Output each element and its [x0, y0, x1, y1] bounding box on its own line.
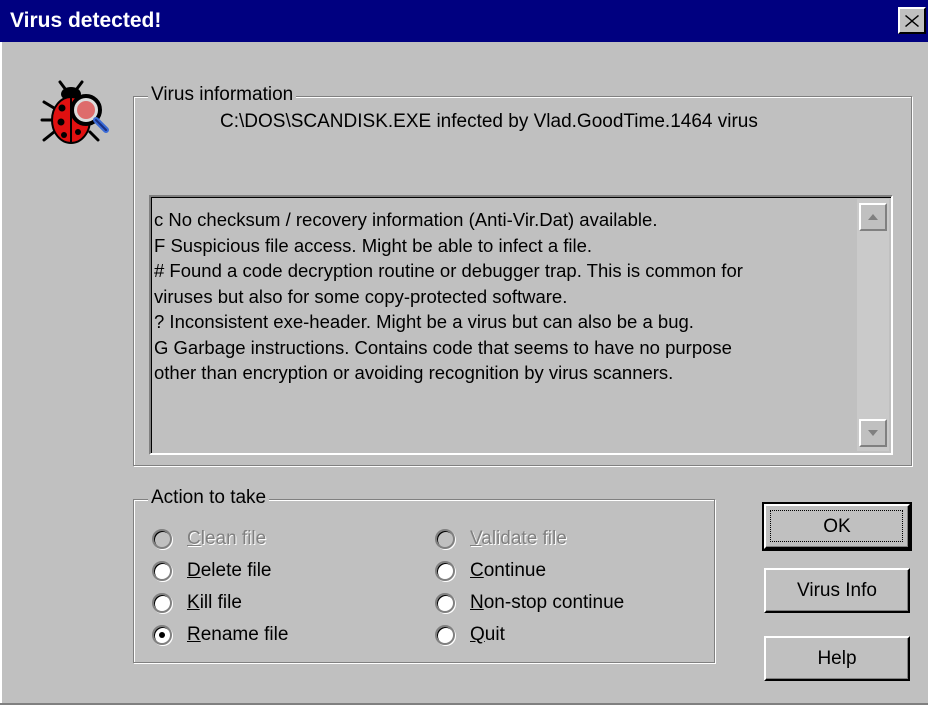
action-to-take-legend: Action to take [148, 487, 270, 509]
radio-clean-file[interactable]: Clean file [152, 528, 266, 550]
help-button-label: Help [817, 647, 857, 669]
detail-line: viruses but also for some copy-protected… [154, 285, 568, 307]
detail-line: # Found a code decryption routine or deb… [154, 260, 743, 281]
radio-quit[interactable]: Quit [435, 624, 505, 646]
scroll-up-arrow-icon [868, 214, 878, 220]
help-button[interactable]: Help [764, 636, 910, 681]
radio-button[interactable] [152, 593, 172, 613]
radio-label: Delete file [187, 560, 272, 581]
radio-validate-file[interactable]: Validate file [435, 528, 567, 550]
vertical-scrollbar[interactable] [857, 199, 889, 451]
radio-button[interactable] [435, 561, 455, 581]
radio-button[interactable] [435, 625, 455, 645]
radio-button[interactable] [435, 529, 455, 549]
scroll-down-button[interactable] [859, 419, 887, 447]
focus-rectangle [770, 510, 903, 542]
radio-label: Continue [470, 560, 547, 581]
virus-info-button-label: Virus Info [797, 579, 877, 601]
radio-label: Rename file [187, 624, 289, 645]
radio-label: Non-stop continue [470, 592, 625, 613]
ok-button[interactable]: OK [762, 502, 912, 551]
action-to-take-group: Action to take Clean file Delete file Ki… [133, 487, 715, 663]
detail-line: F Suspicious file access. Might be able … [154, 234, 593, 256]
virus-information-legend: Virus information [148, 84, 297, 106]
title-bar[interactable]: Virus detected! [0, 0, 928, 42]
detail-line: G Garbage instructions. Contains code th… [154, 336, 732, 358]
virus-info-button[interactable]: Virus Info [764, 568, 910, 613]
radio-rename-file[interactable]: Rename file [152, 624, 288, 646]
radio-delete-file[interactable]: Delete file [152, 560, 272, 582]
detail-line: c No checksum / recovery information (An… [154, 209, 658, 230]
virus-information-group: Virus information C:\DOS\SCANDISK.EXE in… [133, 84, 912, 466]
radio-label: Clean file [187, 528, 267, 549]
close-icon [905, 14, 919, 27]
infection-message: C:\DOS\SCANDISK.EXE infected by Vlad.Goo… [220, 111, 758, 132]
close-button[interactable] [898, 7, 926, 34]
radio-label: Quit [470, 624, 505, 645]
radio-continue[interactable]: Continue [435, 560, 546, 582]
radio-label: Validate file [470, 528, 567, 549]
detail-line: ? Inconsistent exe-header. Might be a vi… [154, 311, 694, 332]
radio-button[interactable] [152, 561, 172, 581]
radio-button-selected[interactable] [152, 625, 172, 645]
radio-non-stop-continue[interactable]: Non-stop continue [435, 592, 624, 614]
scroll-down-arrow-icon [868, 430, 878, 436]
virus-details-box[interactable]: c No checksum / recovery information (An… [149, 195, 893, 455]
detail-line: other than encryption or avoiding recogn… [154, 362, 674, 383]
ladybug-magnifier-icon [40, 80, 109, 144]
window-title: Virus detected! [10, 9, 162, 32]
virus-details-text: c No checksum / recovery information (An… [154, 207, 854, 386]
radio-label: Kill file [187, 592, 242, 613]
window-frame-left [0, 42, 2, 705]
radio-button[interactable] [152, 529, 172, 549]
radio-kill-file[interactable]: Kill file [152, 592, 242, 614]
radio-button[interactable] [435, 593, 455, 613]
scroll-up-button[interactable] [859, 203, 887, 231]
